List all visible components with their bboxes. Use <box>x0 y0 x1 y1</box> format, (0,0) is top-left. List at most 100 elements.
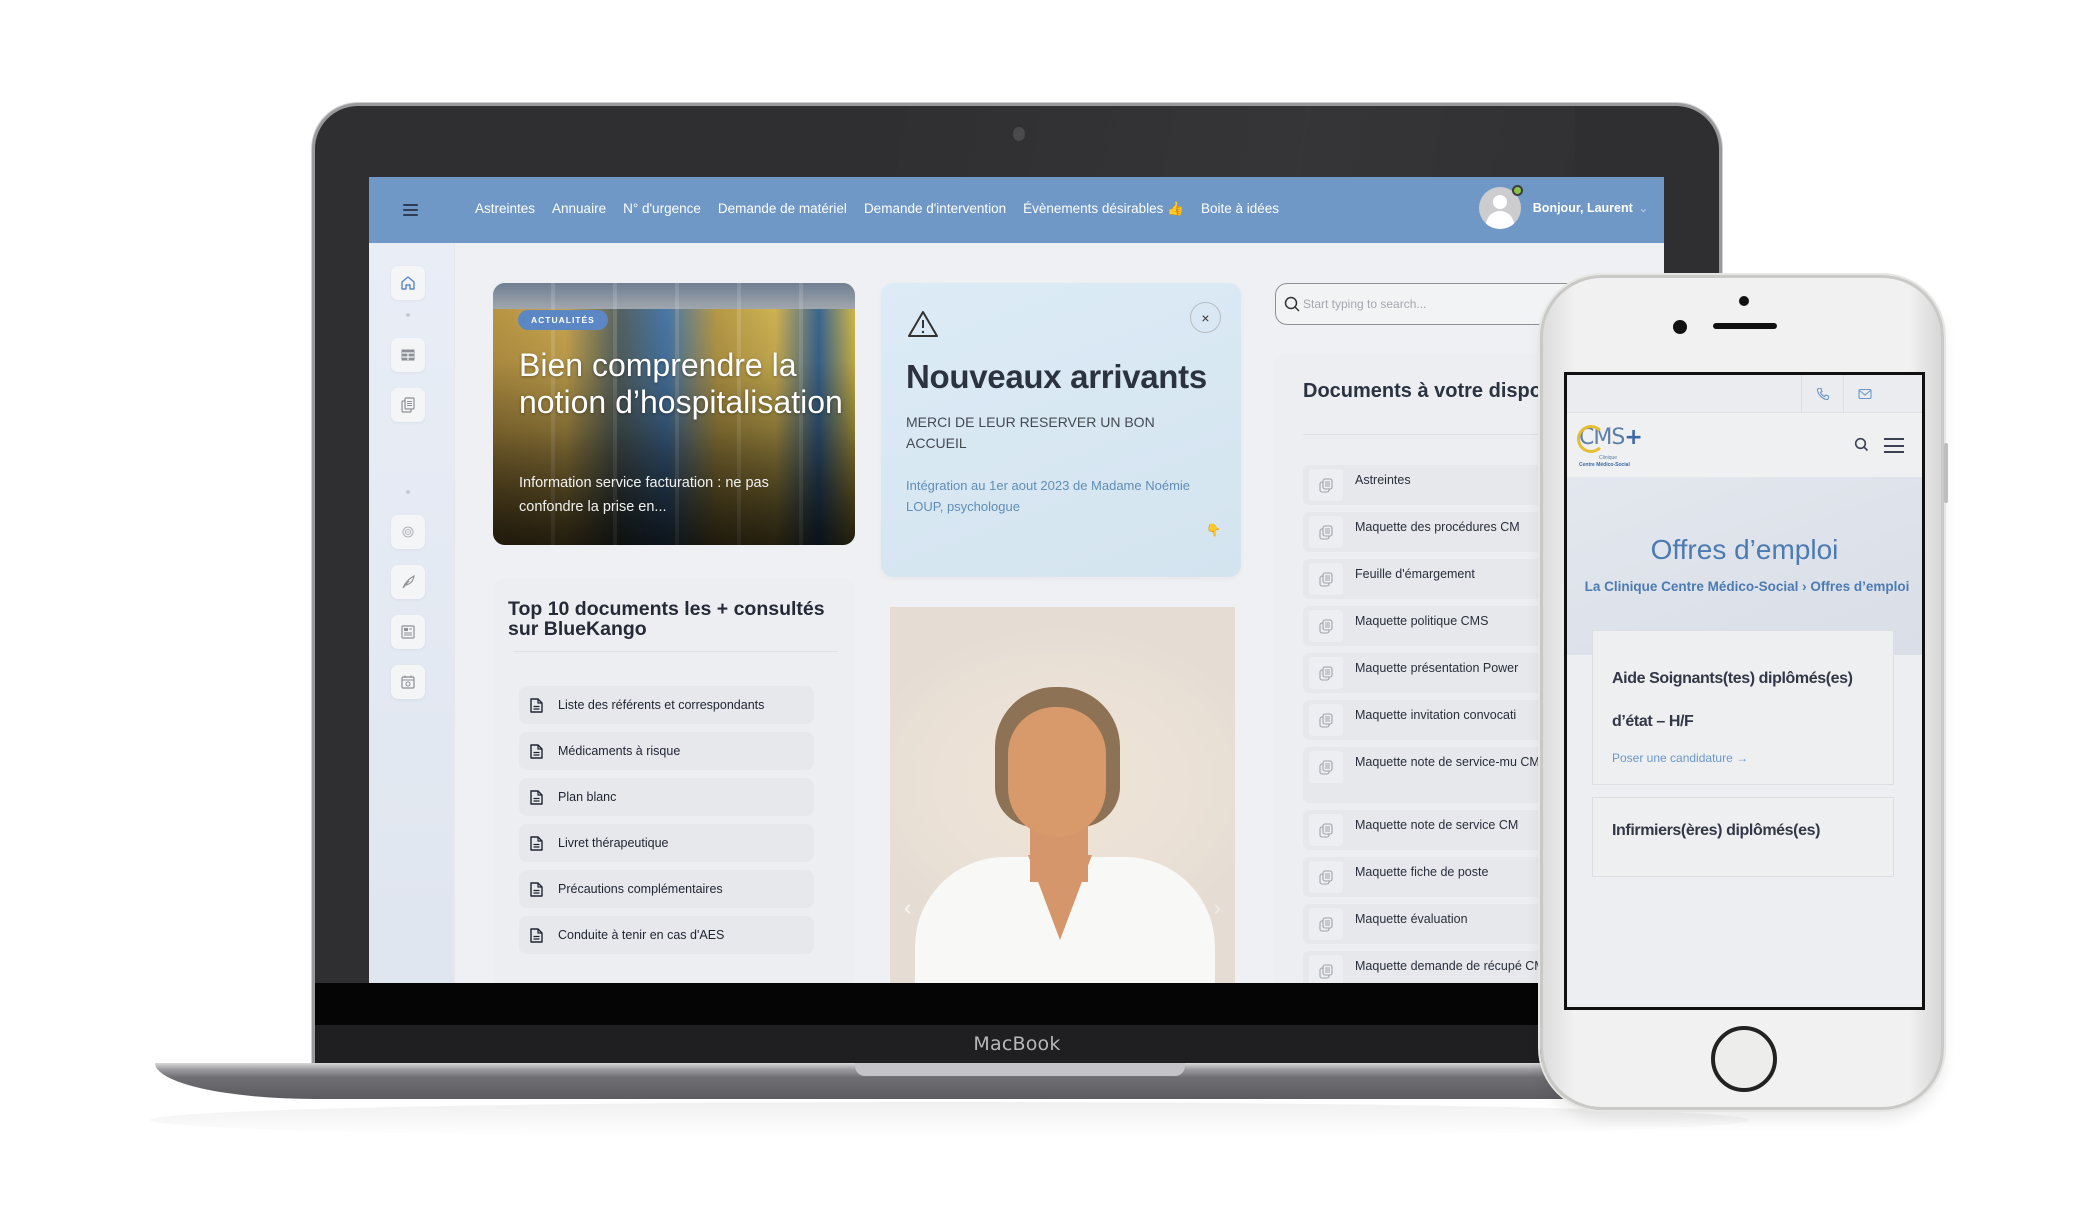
top10-item-label: Précautions complémentaires <box>558 882 723 896</box>
sidebar-item-documents[interactable] <box>391 388 425 422</box>
sidebar-item-home[interactable] <box>391 266 425 300</box>
hamburger-menu-icon[interactable] <box>403 204 418 216</box>
laptop-chin: MacBook <box>315 1025 1719 1063</box>
top10-item-label: Conduite à tenir en cas d'AES <box>558 928 725 942</box>
brand-label: MacBook <box>973 1033 1061 1055</box>
carousel-prev-button[interactable]: ‹ <box>904 895 911 921</box>
feather-icon <box>402 575 415 589</box>
top10-item-label: Plan blanc <box>558 790 617 804</box>
close-button[interactable]: × <box>1190 302 1221 333</box>
document-icon <box>529 789 543 805</box>
news-card[interactable]: ACTUALITÉS Bien comprendre la notion d’h… <box>493 283 855 545</box>
phone-topbar <box>1567 375 1922 413</box>
nav-link-demande-materiel[interactable]: Demande de matériel <box>718 201 847 217</box>
phone-call-button[interactable] <box>1801 375 1843 413</box>
documents-icon <box>1319 571 1333 587</box>
phone-screen: CMS+ Clinique Centre Médico-Social Offre… <box>1564 372 1925 1010</box>
documents-title: Documents à votre dispo <box>1303 380 1542 402</box>
documents-icon <box>401 397 415 413</box>
page-title: Offres d’emploi <box>1650 534 1839 565</box>
sidebar-item-table[interactable] <box>391 338 425 372</box>
arrivals-subtitle: MERCI DE LEUR RESERVER UN BON ACCUEIL <box>906 414 1155 451</box>
job-card[interactable]: Aide Soignants(tes) diplômés(es) d’état … <box>1592 630 1894 785</box>
phone-header: CMS+ Clinique Centre Médico-Social <box>1567 413 1922 477</box>
sidebar-item-feather[interactable] <box>391 565 425 599</box>
nav-link-boite-idees[interactable]: Boite à idées <box>1201 201 1279 217</box>
top10-item[interactable]: Conduite à tenir en cas d'AES <box>519 916 814 954</box>
laptop-notch <box>855 1063 1185 1076</box>
sensor <box>1673 320 1687 334</box>
calendar-icon <box>401 675 415 689</box>
nav-link-astreintes[interactable]: Astreintes <box>475 201 535 217</box>
top10-title: Top 10 documents les + consultés sur Blu… <box>508 598 825 640</box>
cms-logo[interactable]: CMS+ Clinique Centre Médico-Social <box>1577 425 1643 468</box>
sidebar-item-calendar[interactable] <box>391 665 425 699</box>
side-button <box>1944 443 1948 503</box>
documents-icon <box>1319 822 1333 838</box>
webcam <box>1013 127 1025 141</box>
document-item-label: Maquette évaluation <box>1355 912 1468 926</box>
arrivals-card: × Nouveaux arrivants MERCI DE LEUR RESER… <box>881 283 1241 577</box>
hamburger-menu-icon[interactable] <box>1884 438 1904 453</box>
document-item-label: Astreintes <box>1355 473 1411 487</box>
staff-photo-carousel: ‹ › <box>890 607 1235 983</box>
phone-email-button[interactable] <box>1843 375 1885 413</box>
document-icon <box>529 835 543 851</box>
top10-card: Top 10 documents les + consultés sur Blu… <box>493 579 855 983</box>
chevron-down-icon[interactable]: ⌄ <box>1639 203 1648 215</box>
documents-icon <box>1319 665 1333 681</box>
user-greeting: Bonjour, Laurent ⌄ <box>1532 201 1648 215</box>
search-icon[interactable] <box>1854 437 1869 452</box>
document-item-label: Maquette demande de récupé CMS <box>1355 959 1554 973</box>
documents-icon <box>1319 759 1333 775</box>
document-item-label: Maquette invitation convocati <box>1355 708 1517 722</box>
sidebar-item-target[interactable] <box>391 515 425 549</box>
top10-item[interactable]: Précautions complémentaires <box>519 870 814 908</box>
home-button[interactable] <box>1711 1026 1777 1092</box>
table-icon <box>401 349 415 361</box>
earpiece <box>1713 323 1777 329</box>
apply-link[interactable]: Poser une candidature → <box>1612 751 1748 765</box>
device-mockup: MacBook Astreintes Annuaire N° d'urgence… <box>0 0 2083 1216</box>
nav-link-demande-intervention[interactable]: Demande d'intervention <box>864 201 1006 217</box>
top10-item[interactable]: Médicaments à risque <box>519 732 814 770</box>
document-item-label: Feuille d'émargement <box>1355 567 1475 581</box>
warning-icon <box>908 311 938 337</box>
documents-icon <box>1319 916 1333 932</box>
job-title: Aide Soignants(tes) diplômés(es) d’état … <box>1612 670 1853 730</box>
nav-link-urgence[interactable]: N° d'urgence <box>623 201 701 217</box>
top10-item-label: Médicaments à risque <box>558 744 681 758</box>
divider <box>513 651 838 652</box>
document-item-label: Maquette fiche de poste <box>1355 865 1489 879</box>
top10-item[interactable]: Plan blanc <box>519 778 814 816</box>
job-title: Infirmiers(ères) diplômés(es) <box>1612 822 1821 839</box>
document-item-label: Maquette politique CMS <box>1355 614 1489 628</box>
document-item-label: Maquette note de service-mu CMS <box>1355 755 1549 769</box>
documents-icon <box>1319 477 1333 493</box>
category-badge: ACTUALITÉS <box>518 310 608 330</box>
target-icon <box>402 526 414 538</box>
sidebar-item-news[interactable] <box>391 615 425 649</box>
user-menu[interactable]: Bonjour, Laurent ⌄ <box>1478 185 1648 229</box>
laptop-screen: Astreintes Annuaire N° d'urgence Demande… <box>369 177 1664 983</box>
news-excerpt: Information service facturation : ne pas… <box>519 475 769 515</box>
top10-item[interactable]: Livret thérapeutique <box>519 824 814 862</box>
arrivals-description: Intégration au 1er aout 2023 de Madame N… <box>906 478 1191 514</box>
sidebar-separator <box>406 490 410 494</box>
breadcrumb[interactable]: La Clinique Centre Médico-Social › Offre… <box>1582 576 1912 598</box>
news-title[interactable]: Bien comprendre la notion d’hospitalisat… <box>519 347 849 421</box>
documents-icon <box>1319 963 1333 979</box>
documents-icon <box>1319 618 1333 634</box>
top10-item[interactable]: Liste des référents et correspondants <box>519 686 814 724</box>
pointing-down-icon: 👇 <box>1206 523 1221 537</box>
document-icon <box>529 697 543 713</box>
documents-icon <box>1319 524 1333 540</box>
carousel-next-button[interactable]: › <box>1214 895 1221 921</box>
documents-icon <box>1319 712 1333 728</box>
nav-link-annuaire[interactable]: Annuaire <box>552 201 606 217</box>
online-status-icon <box>1511 185 1523 196</box>
mail-icon <box>1857 388 1872 400</box>
front-camera <box>1739 296 1749 306</box>
job-card[interactable]: Infirmiers(ères) diplômés(es) <box>1592 797 1894 877</box>
nav-link-evenements[interactable]: Évènements désirables 👍 <box>1023 201 1184 217</box>
